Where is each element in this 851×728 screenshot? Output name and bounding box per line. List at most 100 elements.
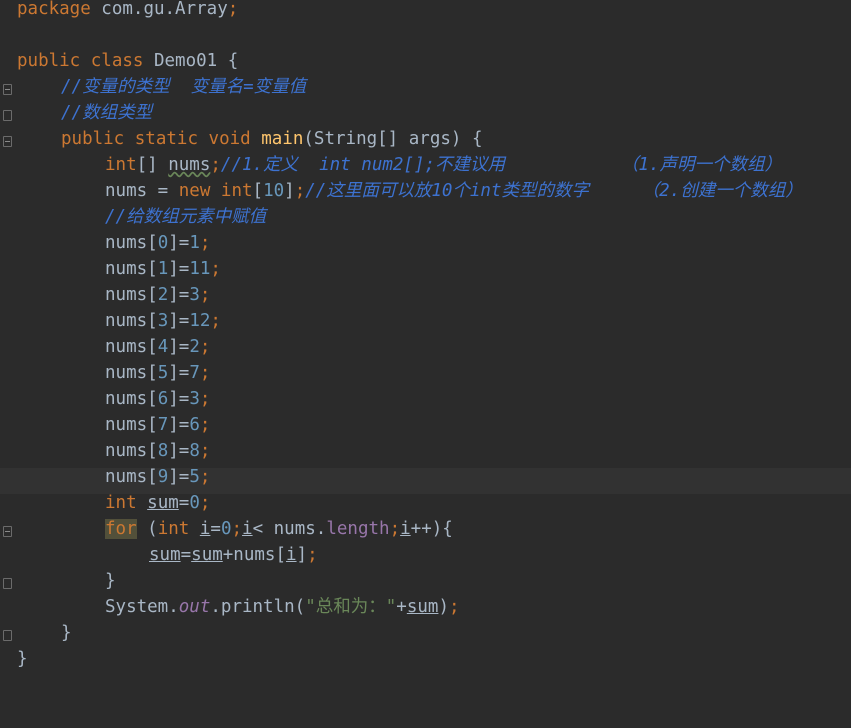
code-editor[interactable]: package com.gu.Array; public class Demo0… bbox=[0, 0, 851, 689]
number-literal: 0 bbox=[189, 493, 200, 513]
semicolon: ; bbox=[210, 155, 221, 175]
semicolon: ; bbox=[448, 597, 460, 617]
method-params: (String[] args) { bbox=[303, 129, 483, 149]
semicolon: ; bbox=[294, 181, 306, 201]
semicolon: ; bbox=[199, 363, 211, 383]
fold-end-icon[interactable] bbox=[3, 578, 12, 589]
assign-op: ]= bbox=[168, 337, 190, 357]
method-name: main bbox=[261, 129, 304, 149]
package-name: com.gu.Array bbox=[90, 0, 228, 19]
semicolon: ; bbox=[199, 415, 211, 435]
static-field-out: out bbox=[178, 597, 211, 617]
keyword-new: new bbox=[178, 181, 211, 201]
keyword-class: class bbox=[90, 51, 144, 71]
assigned-value: 5 bbox=[189, 467, 200, 487]
array-ref: nums[ bbox=[105, 311, 158, 331]
assign-op: = bbox=[180, 545, 192, 565]
semicolon: ; bbox=[199, 493, 211, 513]
closing-brace: } bbox=[17, 649, 28, 669]
semicolon: ; bbox=[389, 519, 401, 539]
string-literal: "总和为：" bbox=[305, 597, 397, 617]
code-line-close-main[interactable]: } bbox=[0, 623, 851, 650]
number-literal: 0 bbox=[220, 519, 232, 539]
semicolon: ; bbox=[307, 545, 318, 565]
semicolon: ; bbox=[199, 337, 211, 357]
comment-assign: //给数组元素中赋值 bbox=[105, 207, 267, 227]
array-index: 5 bbox=[157, 363, 169, 383]
fold-end-icon[interactable] bbox=[3, 630, 12, 641]
array-index: 9 bbox=[157, 467, 169, 487]
assign-op: = bbox=[178, 493, 190, 513]
keyword-public: public bbox=[61, 129, 125, 149]
code-line-sum-accumulate[interactable]: sum=sum+nums[i]; bbox=[0, 545, 851, 572]
semicolon: ; bbox=[210, 311, 221, 331]
keyword-int: int bbox=[105, 493, 137, 513]
semicolon: ; bbox=[199, 389, 211, 409]
array-ref: nums[ bbox=[105, 233, 158, 253]
assign-op: ]= bbox=[168, 311, 190, 331]
brackets: [] bbox=[136, 155, 169, 175]
array-ref: nums[ bbox=[105, 337, 158, 357]
code-line-close-class[interactable]: } bbox=[0, 649, 851, 676]
keyword-static: static bbox=[134, 129, 198, 149]
array-ref: nums[ bbox=[105, 467, 158, 487]
array-ref: nums[ bbox=[105, 389, 158, 409]
assign-prefix: nums = bbox=[105, 181, 179, 201]
assign-op: ]= bbox=[168, 389, 190, 409]
variable-i: i bbox=[400, 519, 411, 539]
comment-array-type: //数组类型 bbox=[61, 103, 153, 123]
bracket-close: ] bbox=[296, 545, 308, 565]
assign-op: ]= bbox=[168, 467, 190, 487]
keyword-public: public bbox=[17, 51, 81, 71]
assign-op: ]= bbox=[168, 285, 190, 305]
plus-op: + bbox=[396, 597, 407, 617]
keyword-int: int bbox=[157, 519, 190, 539]
increment-brace: ++){ bbox=[410, 519, 453, 539]
println-call: .println( bbox=[210, 597, 306, 617]
array-index: 2 bbox=[157, 285, 169, 305]
closing-brace: } bbox=[61, 623, 72, 643]
assign-op: ]= bbox=[168, 441, 190, 461]
fold-marker-icon[interactable] bbox=[3, 526, 12, 537]
assigned-value: 12 bbox=[189, 311, 211, 331]
semicolon: ; bbox=[210, 259, 221, 279]
assigned-value: 3 bbox=[189, 389, 200, 409]
variable-sum: sum bbox=[406, 597, 439, 617]
assigned-value: 7 bbox=[189, 363, 200, 383]
array-index: 6 bbox=[157, 389, 169, 409]
assign-op: ]= bbox=[168, 363, 190, 383]
assigned-value: 6 bbox=[189, 415, 200, 435]
assigned-value: 11 bbox=[189, 259, 211, 279]
bracket-open: [ bbox=[252, 181, 264, 201]
assigned-value: 3 bbox=[189, 285, 200, 305]
fold-marker-icon[interactable] bbox=[3, 136, 12, 147]
variable-sum: sum bbox=[149, 545, 181, 565]
assign-op: = bbox=[210, 519, 221, 539]
fold-end-icon[interactable] bbox=[3, 110, 12, 121]
less-than-nums: < nums. bbox=[252, 519, 327, 539]
variable-i: i bbox=[242, 519, 253, 539]
keyword-package: package bbox=[17, 0, 91, 19]
variable-i: i bbox=[285, 545, 297, 565]
array-ref: nums[ bbox=[105, 285, 158, 305]
variable-sum: sum bbox=[191, 545, 223, 565]
variable-sum: sum bbox=[147, 493, 179, 513]
fold-marker-icon[interactable] bbox=[3, 84, 12, 95]
keyword-void: void bbox=[208, 129, 251, 149]
closing-brace: } bbox=[105, 571, 116, 591]
semicolon: ; bbox=[199, 233, 211, 253]
array-ref: nums[ bbox=[105, 441, 158, 461]
paren-close: ) bbox=[438, 597, 449, 617]
semicolon: ; bbox=[199, 441, 211, 461]
number-literal: 10 bbox=[263, 181, 285, 201]
comment-variable-type: //变量的类型 变量名=变量值 bbox=[61, 77, 307, 97]
array-index: 0 bbox=[157, 233, 169, 253]
plus-array-ref: +nums[ bbox=[222, 545, 286, 565]
semicolon: ; bbox=[199, 285, 211, 305]
array-ref: nums[ bbox=[105, 415, 158, 435]
code-line-println[interactable]: System.out.println("总和为："+sum); bbox=[0, 597, 851, 624]
code-line-package[interactable]: package com.gu.Array; bbox=[0, 0, 851, 26]
array-index: 7 bbox=[157, 415, 169, 435]
